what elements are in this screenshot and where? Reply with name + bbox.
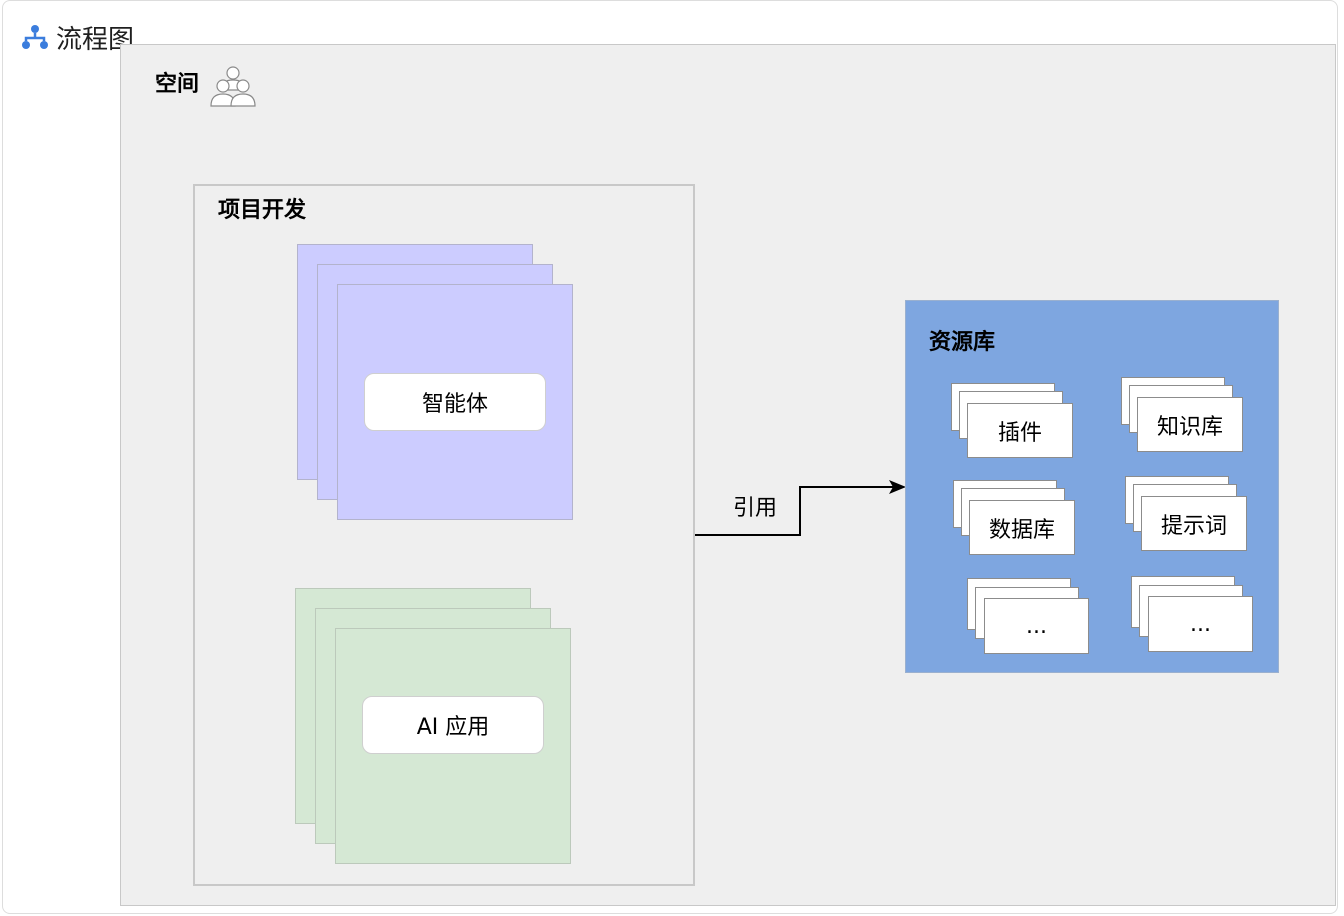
plugin-item[interactable]: 插件 — [967, 403, 1073, 458]
more-item-1[interactable]: ... — [984, 598, 1089, 654]
prompt-item[interactable]: 提示词 — [1141, 496, 1247, 551]
database-item[interactable]: 数据库 — [969, 500, 1075, 555]
space-title: 空间 — [155, 72, 200, 97]
diagram-header: 流程图 — [20, 19, 134, 55]
resource-library-title: 资源库 — [929, 330, 996, 355]
ai-app-node[interactable]: AI 应用 — [362, 696, 544, 754]
reference-label: 引用 — [733, 496, 778, 521]
people-icon — [209, 64, 257, 108]
project-title: 项目开发 — [218, 198, 307, 223]
knowledge-base-item[interactable]: 知识库 — [1137, 397, 1243, 452]
diagram-icon — [20, 22, 50, 52]
agent-node[interactable]: 智能体 — [364, 373, 546, 431]
more-item-2[interactable]: ... — [1148, 596, 1253, 652]
